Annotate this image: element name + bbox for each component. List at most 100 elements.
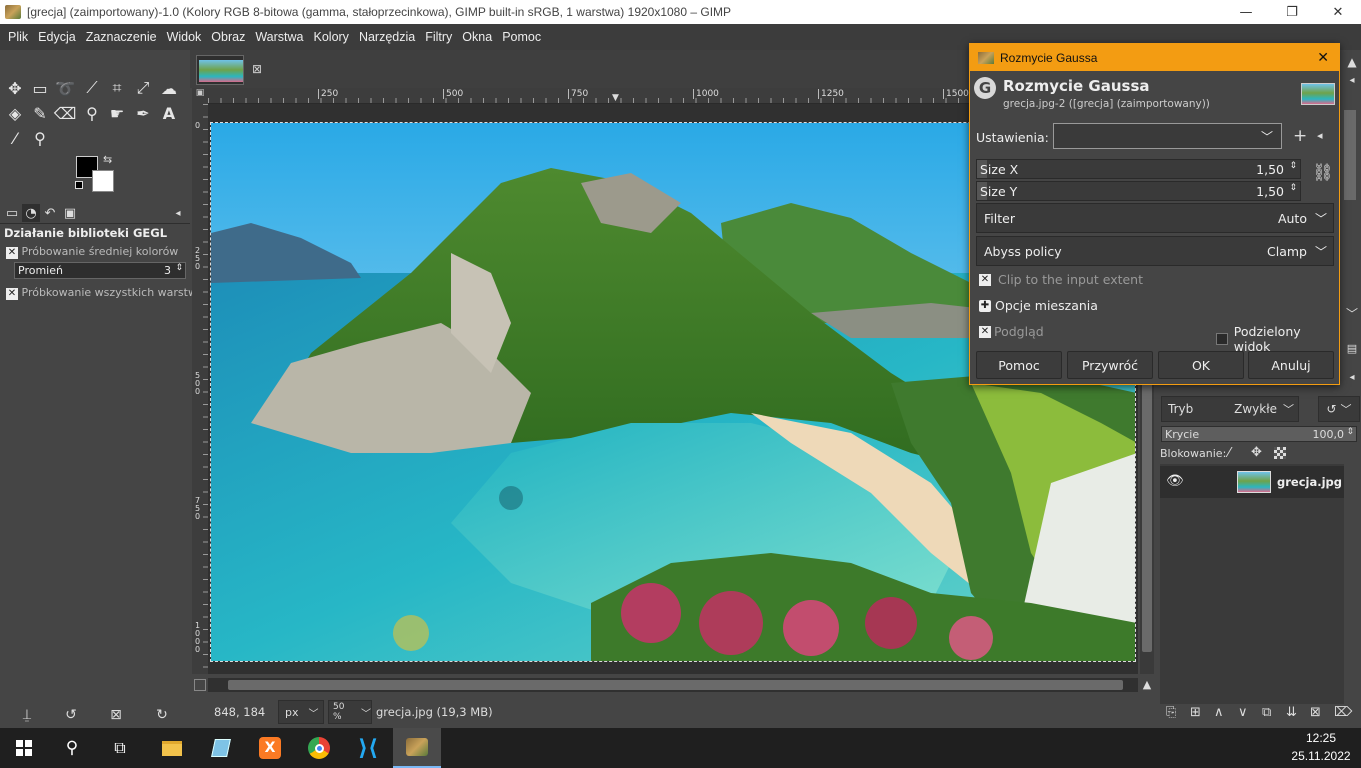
taskbar-clock-date[interactable]: 25.11.2022 [1290,749,1352,763]
undo-history-tab-icon[interactable]: ↶ [41,204,59,222]
bucket-fill-tool-icon[interactable]: ◈ [3,101,27,125]
image-tab[interactable] [196,55,244,85]
smudge-tool-icon[interactable]: ☛ [105,101,129,125]
new-layer-icon[interactable]: ⎘ [1166,705,1176,720]
chrome-app-icon[interactable] [295,728,343,768]
eraser-tool-icon[interactable]: ⌫ [53,101,77,125]
expand-plus-icon[interactable]: ✚ [979,299,991,312]
text-tool-icon[interactable]: A [157,101,181,125]
fuzzy-select-tool-icon[interactable]: ⟋ [80,76,104,100]
spinner-arrows-icon[interactable]: ⇕ [1289,183,1297,193]
minimize-button[interactable]: — [1223,0,1269,24]
reset-tool-options-icon[interactable]: ↻ [150,705,174,725]
zoom-selector[interactable]: 50 % ﹀ [328,700,372,724]
chain-link-icon[interactable]: ⛓ [1312,163,1334,183]
lower-layer-icon[interactable]: ∨ [1238,705,1248,720]
delete-tool-preset-icon[interactable]: ⊠ [104,705,128,725]
layer-row[interactable]: 👁 grecja.jpg [1160,466,1344,498]
add-mask-icon[interactable]: ⊠ [1310,705,1321,720]
horizontal-scroll-thumb[interactable] [228,680,1123,690]
help-button[interactable]: Pomoc [976,351,1062,379]
raise-layer-icon[interactable]: ∧ [1214,705,1224,720]
ok-button[interactable]: OK [1158,351,1244,379]
duplicate-layer-icon[interactable]: ⧉ [1262,705,1271,720]
spinner-arrows-icon[interactable]: ⇕ [175,263,183,273]
sample-merged-option[interactable]: ✕ Próbkowanie wszystkich warstw [6,286,197,300]
unit-selector[interactable]: px ﹀ [278,700,324,724]
clip-extent-checkbox[interactable]: ✕ [979,273,991,286]
quick-mask-corner-icon[interactable]: ▣ [192,88,208,104]
zoom-tool-icon[interactable]: ⚲ [28,126,52,150]
navigate-icon[interactable]: ▲ [1140,678,1154,692]
preview-checkbox[interactable]: ✕ [979,325,991,338]
layer-mode-select[interactable]: Tryb Zwykłe ﹀ [1161,396,1299,422]
start-button[interactable] [0,728,48,768]
lock-alpha-icon[interactable] [1274,447,1286,459]
lock-pixels-icon[interactable]: ⁄ [1228,446,1230,461]
search-icon[interactable]: ⚲ [48,728,96,768]
spinner-arrows-icon[interactable]: ⇕ [1346,427,1354,437]
blending-options-expander[interactable]: ✚ Opcje mieszania [979,298,1098,313]
chevron-down-icon[interactable]: ﹀ [1344,305,1360,325]
restore-tool-preset-icon[interactable]: ↺ [59,705,83,725]
reset-colors-icon[interactable] [75,181,83,189]
taskbar-clock-time[interactable]: 12:25 [1290,731,1352,745]
horizontal-scrollbar[interactable] [208,678,1138,692]
new-layer-group-icon[interactable]: ⊞ [1190,705,1201,720]
configure-tab-icon[interactable]: ◂ [1344,75,1360,93]
images-tab-icon[interactable]: ▣ [61,204,79,222]
xampp-app-icon[interactable]: X [246,728,294,768]
background-color-swatch[interactable] [92,170,114,192]
vscode-app-icon[interactable]: ⟩⟨ [344,728,392,768]
sample-average-option[interactable]: ✕ Próbowanie średniej kolorów [6,245,178,259]
configure-tab-icon[interactable]: ◂ [1344,372,1360,388]
clone-tool-icon[interactable]: ⚲ [80,101,104,125]
save-tool-preset-icon[interactable]: ⍊ [15,705,39,725]
gimp-taskbar-button[interactable] [393,728,441,768]
size-y-spinner[interactable]: Size Y 1,50 ⇕ [976,181,1301,201]
lock-position-icon[interactable]: ✥ [1251,445,1262,460]
transform-tool-icon[interactable]: ⤢ [131,76,155,100]
move-tool-icon[interactable]: ✥ [3,76,27,100]
composite-mode-select[interactable]: ↺ ﹀ [1318,396,1360,422]
opacity-slider[interactable]: Krycie 100,0 ⇕ [1161,426,1357,442]
clip-extent-option[interactable]: ✕ Clip to the input extent [979,272,1143,287]
abyss-policy-combo[interactable]: Abyss policy Clamp ﹀ [976,236,1334,266]
maximize-button[interactable]: ❐ [1269,0,1315,24]
notepad-app-icon[interactable] [197,728,245,768]
rect-select-tool-icon[interactable]: ▭ [28,76,52,100]
menu-layer[interactable]: Warstwa [250,30,308,44]
menu-filters[interactable]: Filtry [420,30,457,44]
menu-help[interactable]: Pomoc [497,30,546,44]
size-x-spinner[interactable]: Size X 1,50 ⇕ [976,159,1301,179]
paths-tool-icon[interactable]: ✒ [131,101,155,125]
eye-visibility-icon[interactable]: 👁 [1166,473,1184,489]
warp-tool-icon[interactable]: ☁ [157,76,181,100]
presets-combo[interactable]: ﹀ [1053,123,1282,149]
tool-options-tab-icon[interactable]: ▭ [3,204,21,222]
color-picker-tool-icon[interactable]: ⁄ [3,126,27,150]
dock-scroll-icon[interactable]: ▤ [1344,342,1360,358]
close-image-tab-icon[interactable]: ⊠ [252,62,262,76]
menu-tools[interactable]: Narzędzia [354,30,420,44]
task-view-icon[interactable]: ⧉ [96,728,144,768]
dock-scroll-arrow-icon[interactable]: ▲ [1344,50,1360,75]
menu-image[interactable]: Obraz [206,30,250,44]
menu-colors[interactable]: Kolory [309,30,354,44]
brushes-scrollbar[interactable] [1344,110,1356,200]
split-view-checkbox[interactable] [1216,333,1228,345]
close-window-button[interactable]: ✕ [1315,0,1361,24]
merge-layer-icon[interactable]: ⇊ [1286,705,1297,720]
menu-edit[interactable]: Edycja [33,30,81,44]
menu-select[interactable]: Zaznaczenie [81,30,162,44]
file-explorer-icon[interactable] [148,728,196,768]
split-view-option[interactable]: Podzielony widok [1216,324,1339,354]
quick-mask-toggle-icon[interactable] [194,679,206,691]
lasso-tool-icon[interactable]: ➰ [53,76,77,100]
paintbrush-tool-icon[interactable]: ✎ [28,101,52,125]
add-preset-icon[interactable]: + [1293,126,1307,146]
menu-view[interactable]: Widok [162,30,207,44]
sample-average-checkbox[interactable]: ✕ [6,247,18,259]
layer-name[interactable]: grecja.jpg [1277,475,1342,489]
spinner-arrows-icon[interactable]: ⇕ [1289,161,1297,171]
